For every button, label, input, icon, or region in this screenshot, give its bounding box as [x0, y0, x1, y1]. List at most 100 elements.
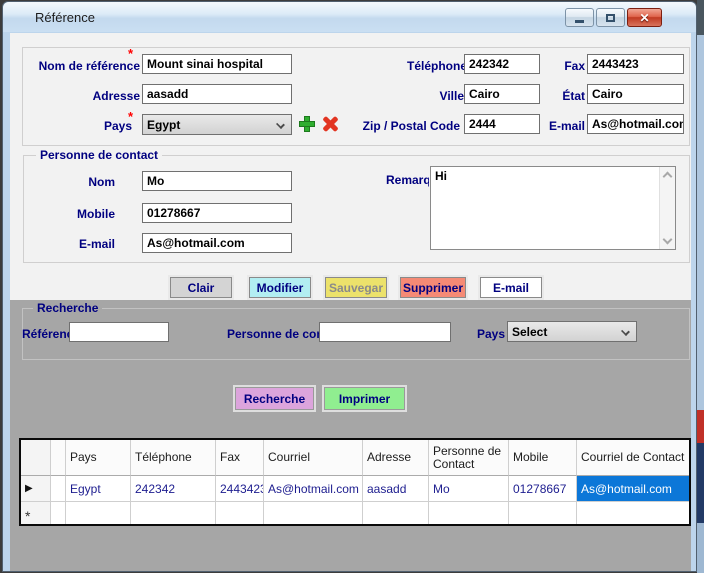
- grid-cell-pays[interactable]: Egypt: [66, 476, 131, 502]
- add-country-icon[interactable]: [299, 116, 315, 132]
- grid-header-telephone[interactable]: Téléphone: [131, 440, 216, 476]
- recherche-pays-value: Select: [512, 325, 547, 339]
- fax-input[interactable]: 2443423: [587, 54, 684, 74]
- search-panel: Recherche Référence Personne de contact …: [10, 300, 691, 571]
- contact-email-label: E-mail: [23, 237, 115, 251]
- grid-header-adresse[interactable]: Adresse: [363, 440, 429, 476]
- clair-button[interactable]: Clair: [170, 277, 232, 298]
- contact-email-input[interactable]: As@hotmail.com: [142, 233, 292, 253]
- grid-header-courriel[interactable]: Courriel: [264, 440, 363, 476]
- recherche-reference-input[interactable]: [69, 322, 169, 342]
- grid-header-personne-contact[interactable]: Personne de Contact: [429, 440, 509, 476]
- zip-input[interactable]: 2444: [464, 114, 540, 134]
- grid-empty-cell[interactable]: [577, 502, 689, 524]
- grid-spacer-header: [51, 440, 66, 476]
- minimize-button[interactable]: [565, 8, 594, 27]
- ville-input[interactable]: Cairo: [464, 84, 540, 104]
- grid-row-selector[interactable]: ▶: [21, 476, 51, 502]
- grid-cell-fax[interactable]: 2443423: [216, 476, 264, 502]
- nom-reference-label: Nom de référence: [22, 59, 140, 73]
- email-input[interactable]: As@hotmail.com: [587, 114, 684, 134]
- close-button[interactable]: ✕: [627, 8, 662, 27]
- imprimer-button[interactable]: Imprimer: [324, 387, 405, 410]
- email-button[interactable]: E-mail: [480, 277, 542, 298]
- grid-header-pays[interactable]: Pays: [66, 440, 131, 476]
- grid-empty-cell[interactable]: [429, 502, 509, 524]
- recherche-group-title: Recherche: [33, 301, 102, 315]
- maximize-button[interactable]: [596, 8, 625, 27]
- grid-header-courriel-contact[interactable]: Courriel de Contact: [577, 440, 689, 476]
- grid-empty-cell[interactable]: [131, 502, 216, 524]
- ville-label: Ville: [407, 89, 464, 103]
- desktop-fragment: [697, 523, 704, 573]
- form-content: * Nom de référence Mount sinai hospital …: [10, 33, 691, 571]
- pays-combobox[interactable]: Egypt: [142, 114, 292, 135]
- grid-empty-cell[interactable]: [363, 502, 429, 524]
- grid-cell-personne-contact[interactable]: Mo: [429, 476, 509, 502]
- recherche-pays-label: Pays: [477, 327, 505, 341]
- adresse-input[interactable]: aasadd: [142, 84, 292, 104]
- nom-reference-input[interactable]: Mount sinai hospital: [142, 54, 292, 74]
- contact-mobile-input[interactable]: 01278667: [142, 203, 292, 223]
- close-icon: ✕: [639, 11, 649, 25]
- desktop-fragment: [697, 443, 704, 523]
- remarque-scrollbar[interactable]: [659, 167, 675, 249]
- contact-nom-input[interactable]: Mo: [142, 171, 292, 191]
- telephone-label: Téléphone: [407, 59, 464, 73]
- sauvegar-button[interactable]: Sauvegar: [325, 277, 387, 298]
- current-row-icon: ▶: [25, 483, 33, 494]
- desktop-fragment: [697, 35, 704, 410]
- window-controls: ✕: [565, 8, 662, 27]
- scroll-down-icon[interactable]: [663, 235, 673, 245]
- contact-mobile-label: Mobile: [23, 207, 115, 221]
- scroll-up-icon[interactable]: [663, 172, 673, 182]
- grid-header-mobile[interactable]: Mobile: [509, 440, 577, 476]
- results-grid: Pays Téléphone Fax Courriel Adresse Pers…: [19, 438, 691, 526]
- adresse-label: Adresse: [22, 89, 140, 103]
- contact-nom-label: Nom: [23, 175, 115, 189]
- maximize-icon: [606, 14, 615, 22]
- grid-cell-mobile[interactable]: 01278667: [509, 476, 577, 502]
- pays-value: Egypt: [147, 118, 180, 132]
- grid-cell-telephone[interactable]: 242342: [131, 476, 216, 502]
- grid-empty-cell[interactable]: [216, 502, 264, 524]
- zip-label: Zip / Postal Code: [340, 119, 460, 133]
- remarque-textarea[interactable]: Hi: [430, 166, 676, 250]
- remarque-label: Remarque: [386, 173, 429, 187]
- grid-header-fax[interactable]: Fax: [216, 440, 264, 476]
- window-title: Référence: [35, 10, 95, 25]
- grid-empty-cell[interactable]: [264, 502, 363, 524]
- supprimer-button[interactable]: Supprimer: [400, 277, 466, 298]
- modifier-button[interactable]: Modifier: [249, 277, 311, 298]
- screen: Référence ✕ * Nom de référence Mount sin…: [0, 0, 704, 573]
- recherche-pays-combobox[interactable]: Select: [507, 321, 637, 342]
- app-window: Référence ✕ * Nom de référence Mount sin…: [2, 1, 697, 572]
- email-label: E-mail: [544, 119, 585, 133]
- recherche-contact-input[interactable]: [319, 322, 451, 342]
- recherche-button[interactable]: Recherche: [235, 387, 314, 410]
- remarque-value: Hi: [435, 169, 447, 183]
- grid-empty-cell[interactable]: [51, 502, 66, 524]
- minimize-icon: [575, 20, 584, 23]
- etat-label: État: [550, 89, 585, 103]
- grid-cell-adresse[interactable]: aasadd: [363, 476, 429, 502]
- grid-new-row-selector[interactable]: *: [21, 502, 51, 524]
- grid-empty-cell[interactable]: [66, 502, 131, 524]
- grid-empty-cell[interactable]: [509, 502, 577, 524]
- pays-label: Pays: [22, 119, 132, 133]
- recherche-contact-label: Personne de contact: [227, 327, 319, 341]
- recherche-reference-label: Référence: [22, 327, 69, 341]
- etat-input[interactable]: Cairo: [587, 84, 684, 104]
- fax-label: Fax: [550, 59, 585, 73]
- delete-country-icon[interactable]: [322, 116, 338, 132]
- telephone-input[interactable]: 242342: [464, 54, 540, 74]
- grid-cell-spacer[interactable]: [51, 476, 66, 502]
- new-row-icon: *: [25, 512, 30, 520]
- desktop-fragment: [697, 410, 704, 443]
- chevron-down-icon: [621, 327, 630, 336]
- chevron-down-icon: [276, 120, 285, 129]
- grid-cell-courriel[interactable]: As@hotmail.com: [264, 476, 363, 502]
- title-bar[interactable]: Référence ✕: [3, 2, 696, 32]
- grid-cell-courriel-contact-selected[interactable]: As@hotmail.com: [577, 476, 689, 502]
- grid-corner-header[interactable]: [21, 440, 51, 476]
